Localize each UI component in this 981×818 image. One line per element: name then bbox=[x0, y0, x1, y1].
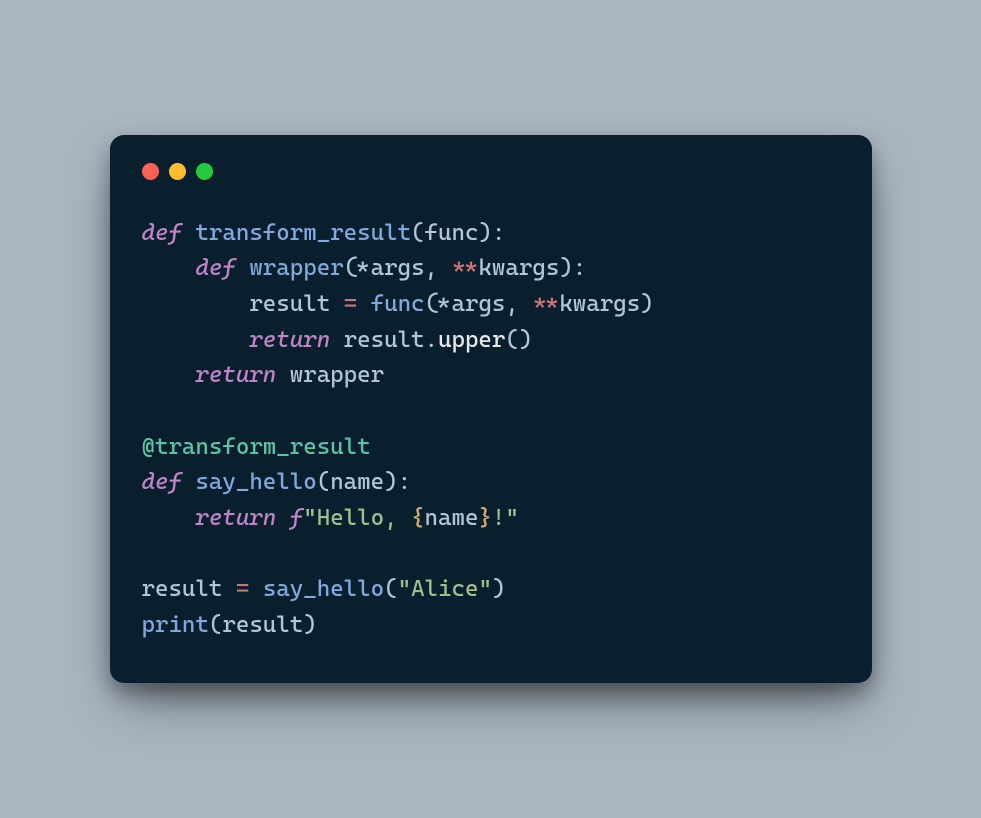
code-token: def bbox=[142, 469, 182, 495]
code-token: ) bbox=[640, 291, 653, 317]
code-token: () bbox=[505, 327, 532, 353]
code-token: ** bbox=[532, 291, 559, 317]
code-window: def transform_result(func): def wrapper(… bbox=[110, 135, 872, 684]
code-token: kwargs bbox=[478, 255, 559, 281]
code-token: ): bbox=[478, 220, 505, 246]
code-token: name bbox=[425, 505, 479, 531]
minimize-icon[interactable] bbox=[169, 163, 186, 180]
code-token: result bbox=[330, 327, 424, 353]
code-token: say_hello bbox=[263, 576, 384, 602]
code-token bbox=[249, 576, 262, 602]
code-token: ( bbox=[317, 469, 330, 495]
code-token: return bbox=[195, 362, 276, 388]
code-token: args bbox=[452, 291, 506, 317]
code-token: transform_result bbox=[195, 220, 411, 246]
code-token bbox=[236, 255, 249, 281]
code-token: = bbox=[344, 291, 357, 317]
code-token: say_hello bbox=[195, 469, 316, 495]
code-token bbox=[142, 362, 196, 388]
code-token: . bbox=[425, 327, 438, 353]
code-token: ** bbox=[452, 255, 479, 281]
code-token: ( bbox=[411, 220, 424, 246]
code-token: "Alice" bbox=[398, 576, 492, 602]
code-token: , bbox=[425, 255, 452, 281]
code-token bbox=[142, 505, 196, 531]
code-token: = bbox=[236, 576, 249, 602]
code-token: * bbox=[357, 255, 370, 281]
close-icon[interactable] bbox=[142, 163, 159, 180]
code-token: func bbox=[425, 220, 479, 246]
code-token: upper bbox=[438, 327, 505, 353]
code-token: name bbox=[330, 469, 384, 495]
code-token: def bbox=[142, 220, 182, 246]
code-token: @transform_result bbox=[142, 434, 371, 460]
code-token: ) bbox=[492, 576, 505, 602]
code-token: func bbox=[371, 291, 425, 317]
code-token bbox=[276, 505, 289, 531]
code-token: def bbox=[195, 255, 235, 281]
code-content: def transform_result(func): def wrapper(… bbox=[142, 216, 840, 644]
code-token: return bbox=[195, 505, 276, 531]
code-token: (result) bbox=[209, 612, 317, 638]
code-token: wrapper bbox=[276, 362, 384, 388]
code-token bbox=[142, 255, 196, 281]
code-token: args bbox=[371, 255, 425, 281]
code-token: ( bbox=[425, 291, 438, 317]
code-token: } bbox=[478, 505, 491, 531]
code-token: print bbox=[142, 612, 209, 638]
maximize-icon[interactable] bbox=[196, 163, 213, 180]
code-token: wrapper bbox=[249, 255, 343, 281]
code-token bbox=[182, 220, 195, 246]
code-token bbox=[182, 469, 195, 495]
code-token: ): bbox=[559, 255, 586, 281]
code-token: ( bbox=[384, 576, 397, 602]
code-token: * bbox=[438, 291, 451, 317]
code-token bbox=[357, 291, 370, 317]
code-token: , bbox=[505, 291, 532, 317]
code-token: ): bbox=[384, 469, 411, 495]
code-token: kwargs bbox=[559, 291, 640, 317]
code-token: f bbox=[290, 505, 303, 531]
code-token: "Hello, bbox=[303, 505, 411, 531]
code-token: ( bbox=[344, 255, 357, 281]
traffic-lights bbox=[142, 163, 840, 180]
code-token bbox=[142, 327, 250, 353]
code-token: result bbox=[142, 291, 344, 317]
code-token: result bbox=[142, 576, 236, 602]
code-token: { bbox=[411, 505, 424, 531]
code-token: !" bbox=[492, 505, 519, 531]
code-token: return bbox=[249, 327, 330, 353]
